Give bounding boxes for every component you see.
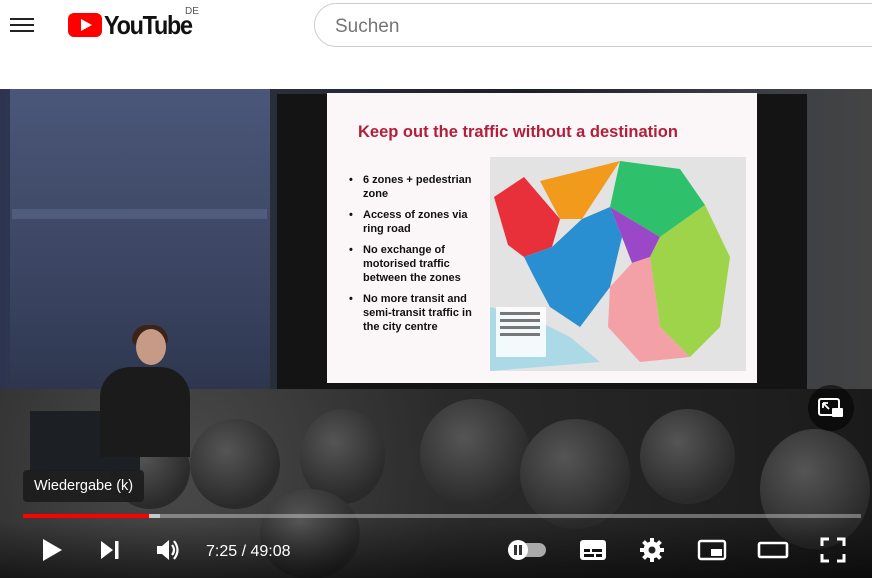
next-icon xyxy=(101,541,119,559)
play-button[interactable] xyxy=(38,536,66,564)
next-button[interactable] xyxy=(96,536,124,564)
youtube-logo[interactable]: YouTube xyxy=(68,10,202,40)
search-input[interactable]: Suchen xyxy=(314,3,872,47)
slide-bullet: Access of zones via ring road xyxy=(349,208,479,236)
pip-icon[interactable] xyxy=(808,385,854,431)
autoplay-toggle[interactable] xyxy=(506,539,548,561)
subtitles-button[interactable] xyxy=(578,537,608,563)
zone-map xyxy=(490,157,746,371)
progress-played xyxy=(23,514,149,518)
settings-icon xyxy=(640,538,664,562)
region-label: DE xyxy=(185,6,199,17)
youtube-logo-icon xyxy=(68,13,102,37)
wall-stripe xyxy=(12,209,267,219)
menu-icon[interactable] xyxy=(10,14,34,38)
top-bar: YouTube DE Suchen xyxy=(0,0,872,56)
subtitles-icon xyxy=(580,540,606,560)
video-player[interactable]: Keep out the traffic without a destinati… xyxy=(0,89,872,578)
theater-mode-icon xyxy=(757,541,789,559)
volume-icon xyxy=(157,540,179,560)
fullscreen-button[interactable] xyxy=(818,536,848,564)
play-tooltip: Wiedergabe (k) xyxy=(23,470,145,502)
theater-mode-button[interactable] xyxy=(756,537,790,563)
search-placeholder: Suchen xyxy=(335,16,400,37)
time-display: 7:25 / 49:08 xyxy=(206,543,291,560)
slide-bullet: 6 zones + pedestrian zone xyxy=(349,173,479,201)
miniplayer-button[interactable] xyxy=(696,537,728,563)
slide-bullet: No more transit and semi-transit traffic… xyxy=(349,292,479,334)
play-icon xyxy=(43,539,62,561)
volume-button[interactable] xyxy=(153,536,185,564)
speaker xyxy=(92,325,190,457)
autoplay-toggle-icon xyxy=(508,540,546,560)
slide-title: Keep out the traffic without a destinati… xyxy=(358,123,678,141)
fullscreen-icon xyxy=(820,537,846,563)
miniplayer-icon xyxy=(697,539,727,561)
settings-button[interactable] xyxy=(637,536,667,564)
slide: Keep out the traffic without a destinati… xyxy=(327,93,757,383)
player-controls: 7:25 / 49:08 xyxy=(0,522,872,578)
logo-text: YouTube xyxy=(104,9,193,40)
slide-bullet: No exchange of motorised traffic between… xyxy=(349,243,479,285)
slide-bullets: 6 zones + pedestrian zone Access of zone… xyxy=(349,173,479,341)
